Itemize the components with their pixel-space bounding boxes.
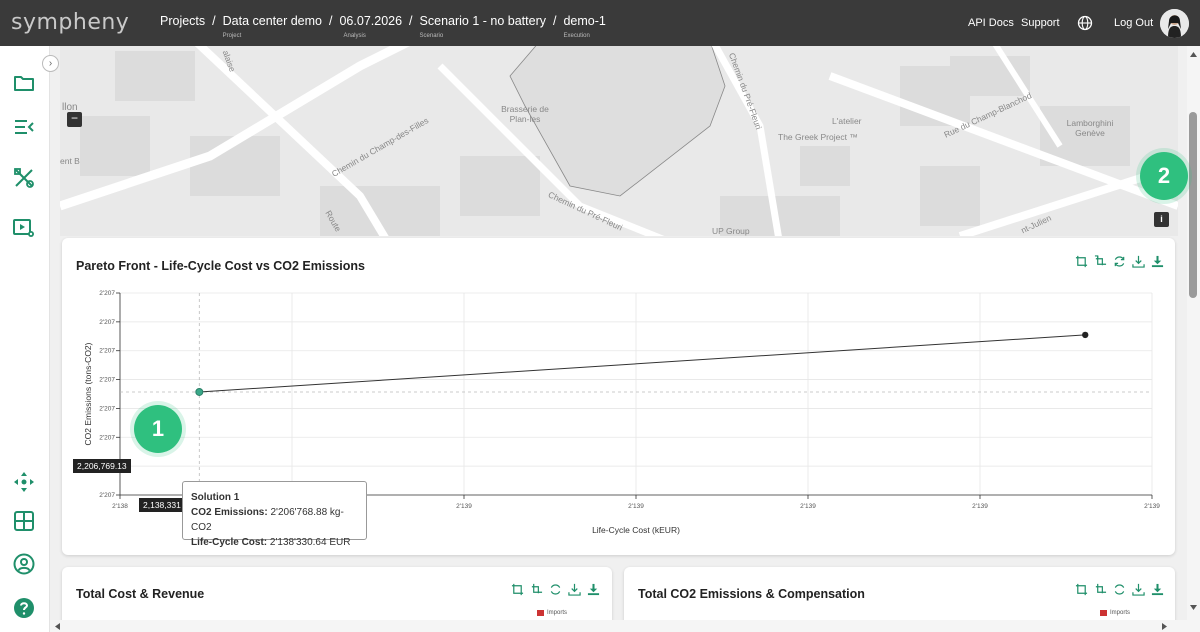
- legend-label: Imports: [1110, 610, 1131, 616]
- legend-swatch: [1100, 610, 1107, 616]
- map-zoom-out-button[interactable]: −: [67, 112, 82, 127]
- scroll-down-icon[interactable]: [1190, 605, 1197, 610]
- y-axis-title: CO2 Emissions (tons-CO2): [83, 342, 93, 445]
- breadcrumb-label[interactable]: Scenario 1 - no battery: [420, 14, 546, 28]
- vertical-scrollbar[interactable]: [1187, 46, 1200, 632]
- x-tick-label: 2'139: [628, 503, 644, 510]
- scroll-right-icon[interactable]: [1162, 623, 1167, 630]
- video-settings-icon[interactable]: [12, 216, 36, 240]
- x-axis-title: Life-Cycle Cost (kEUR): [592, 525, 680, 535]
- pareto-point[interactable]: [1082, 331, 1089, 339]
- breadcrumb: Projects / Data center demo Project / 06.…: [160, 14, 606, 39]
- app-logo[interactable]: sympheny: [11, 10, 129, 35]
- map-label: ent B: [60, 156, 80, 166]
- logout-link[interactable]: Log Out: [1114, 17, 1153, 29]
- tooltip-cost-value: 2'138'330.64 EUR: [269, 537, 351, 548]
- sidebar-toggle-chevron-icon[interactable]: ›: [42, 55, 59, 72]
- y-tick-label: 2'207: [99, 492, 115, 499]
- co2-compensation-card: Total CO2 Emissions & Compensation Impor…: [624, 567, 1175, 627]
- breadcrumb-label[interactable]: 06.07.2026: [339, 14, 402, 28]
- breadcrumb-sub: Execution: [563, 33, 590, 39]
- co2-compensation-title: Total CO2 Emissions & Compensation: [638, 587, 865, 601]
- refresh-icon[interactable]: [549, 583, 562, 596]
- map-label: Lamborghini Genève: [1066, 118, 1114, 138]
- y-tick-label: 2'207: [99, 377, 115, 384]
- top-bar: sympheny Projects / Data center demo Proj…: [0, 0, 1200, 46]
- map-label: L'atelier: [832, 116, 862, 126]
- tooltip-cost-label: Life-Cycle Cost:: [191, 537, 268, 548]
- legend-imports: Imports: [537, 610, 567, 616]
- breadcrumb-sub: Project: [222, 33, 242, 39]
- breadcrumb-label[interactable]: Data center demo: [223, 14, 322, 28]
- legend-label: Imports: [547, 610, 568, 616]
- map-label: The Greek Project ™: [778, 132, 858, 142]
- cost-toolbar: [511, 583, 600, 596]
- map-label: Brasserie de Plan-les: [501, 104, 549, 124]
- folder-icon[interactable]: [12, 71, 36, 95]
- y-tick-label: 2'207: [99, 405, 115, 412]
- help-icon[interactable]: [12, 596, 36, 620]
- step-marker-1: 1: [134, 405, 182, 453]
- legend-imports: Imports: [1100, 610, 1130, 616]
- user-avatar[interactable]: [1160, 9, 1189, 38]
- y-tick-label: 2'207: [99, 319, 115, 326]
- download-data-icon[interactable]: [587, 583, 600, 596]
- breadcrumb-projects[interactable]: Projects: [160, 14, 205, 28]
- breadcrumb-scenario[interactable]: Scenario 1 - no battery Scenario: [420, 14, 546, 39]
- sidebar: [0, 46, 50, 632]
- solution-tooltip: Solution 1 CO2 Emissions: 2'206'768.88 k…: [182, 481, 367, 548]
- map-view[interactable]: llon ent B alaise Chemin du Champ-des-Fi…: [60, 46, 1178, 236]
- legend-swatch: [537, 610, 544, 616]
- pareto-series-line: [199, 334, 1086, 393]
- api-docs-link[interactable]: API Docs: [968, 17, 1014, 29]
- language-globe-icon[interactable]: [1077, 15, 1093, 31]
- zoom-select-icon[interactable]: [511, 583, 524, 596]
- co2-toolbar: [1075, 583, 1164, 596]
- y-tick-label: 2'207: [99, 434, 115, 441]
- refresh-icon[interactable]: [1113, 583, 1126, 596]
- zoom-reset-icon[interactable]: [530, 583, 543, 596]
- x-tick-label: 2'139: [972, 503, 988, 510]
- x-tick-label: 2'138: [112, 503, 128, 510]
- breadcrumb-execution[interactable]: demo-1 Execution: [563, 14, 605, 39]
- download-icon[interactable]: [1132, 583, 1145, 596]
- tooltip-co2-label: CO2 Emissions:: [191, 507, 268, 518]
- scroll-left-icon[interactable]: [55, 623, 60, 630]
- y-tick-label: 2'207: [99, 290, 115, 297]
- x-pointer-label: 2,138,331: [139, 498, 185, 512]
- breadcrumb-sub: Analysis: [343, 33, 366, 39]
- tooltip-title: Solution 1: [191, 492, 240, 503]
- breadcrumb-label[interactable]: demo-1: [563, 14, 605, 28]
- scroll-thumb[interactable]: [1189, 112, 1197, 298]
- x-tick-label: 2'139: [456, 503, 472, 510]
- account-icon[interactable]: [12, 552, 36, 576]
- support-link[interactable]: Support: [1021, 17, 1060, 29]
- tools-icon[interactable]: [12, 166, 36, 190]
- user-photo-icon: [1160, 9, 1189, 38]
- zoom-select-icon[interactable]: [1075, 583, 1088, 596]
- step-marker-2: 2: [1140, 152, 1188, 200]
- zoom-reset-icon[interactable]: [1094, 583, 1107, 596]
- breadcrumb-label[interactable]: Projects: [160, 14, 205, 28]
- breadcrumb-analysis[interactable]: 06.07.2026 Analysis: [339, 14, 402, 39]
- x-tick-label: 2'139: [1144, 503, 1160, 510]
- download-data-icon[interactable]: [1151, 583, 1164, 596]
- cost-revenue-card: Total Cost & Revenue Imports: [62, 567, 612, 627]
- pareto-point[interactable]: [195, 387, 204, 396]
- scroll-up-icon[interactable]: [1190, 52, 1197, 57]
- download-icon[interactable]: [568, 583, 581, 596]
- x-tick-label: 2'139: [800, 503, 816, 510]
- horizontal-scrollbar[interactable]: [50, 620, 1187, 632]
- map-background: [60, 46, 1178, 236]
- y-tick-label: 2'207: [99, 348, 115, 355]
- breadcrumb-sub: Scenario: [419, 33, 444, 39]
- move-arrows-icon[interactable]: [12, 470, 36, 494]
- y-pointer-label: 2,206,769.13: [73, 459, 131, 473]
- map-info-button[interactable]: i: [1154, 212, 1169, 227]
- grid-icon[interactable]: [12, 509, 36, 533]
- map-label: UP Group: [712, 226, 750, 236]
- breadcrumb-project[interactable]: Data center demo Project: [223, 14, 322, 39]
- list-collapse-icon[interactable]: [12, 115, 36, 139]
- cost-revenue-title: Total Cost & Revenue: [76, 587, 205, 601]
